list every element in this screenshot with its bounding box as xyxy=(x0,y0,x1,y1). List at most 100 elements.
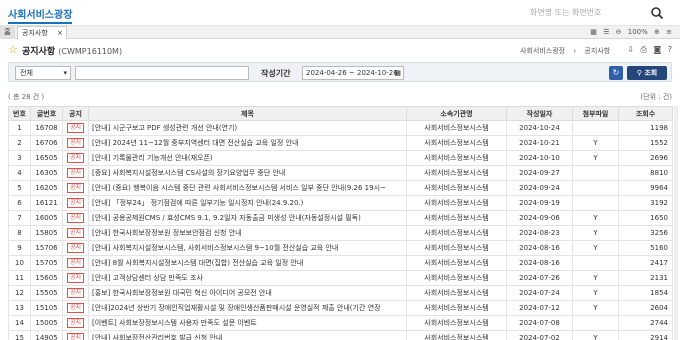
cell-title[interactable]: [안내] 사회보장전산관리번호 발급 신청 안내 xyxy=(88,330,407,340)
table-row[interactable]: 14 15005 공지 [이벤트] 사회보장정보시스템 사용자 만족도 설문 이벤트 사… xyxy=(8,315,673,331)
cell-attachment xyxy=(572,120,619,136)
calendar-icon[interactable]: ▦ xyxy=(394,67,401,79)
col-header-title[interactable]: 제목 xyxy=(88,106,407,121)
notice-badge: 공지 xyxy=(66,333,85,340)
keyword-input[interactable] xyxy=(75,66,249,80)
cell-notice: 공지 xyxy=(62,180,89,196)
cell-title[interactable]: [안내] 공용공제원CMS / 효성CMS 9.1, 9.2일자 자동출금 미생… xyxy=(88,210,407,226)
cell-post-no: 16305 xyxy=(30,165,63,181)
list-icon[interactable]: ☰ xyxy=(603,28,609,36)
table-row[interactable]: 6 16121 공지 [안내] 「정부24」 정기점검에 따른 일부기능 일시정지 안… xyxy=(8,195,673,211)
cell-title[interactable]: [안내] 2024년 11~12월 중부지역센터 대면 전산실습 교육 일정 안… xyxy=(88,135,407,151)
cell-attachment xyxy=(572,180,619,196)
table-row[interactable]: 12 15505 공지 [홍보] 한국사회보장정보원 대국민 혁신 아이디어 공모전 … xyxy=(8,285,673,301)
cell-title[interactable]: [안내] 「정부24」 정기점검에 따른 일부기능 일시정지 안내(24.9.2… xyxy=(88,195,407,211)
period-input[interactable]: 2024-04-26 ~ 2024-10-26 ▦ xyxy=(302,66,404,80)
reset-button[interactable]: ↻ xyxy=(609,66,623,80)
screen-search-input[interactable]: 화면명 또는 화면번호 xyxy=(530,5,650,21)
cell-no: 8 xyxy=(8,225,31,241)
cell-no: 4 xyxy=(8,165,31,181)
cell-title[interactable]: [안내] 8월 사회복지시설정보시스템 대면(집합) 전산실습 교육 일정 안내 xyxy=(88,255,407,271)
cell-views: 2696 xyxy=(618,150,673,166)
table-row[interactable]: 1 16708 공지 [안내] 시군구보고 PDF 생성관련 개선 안내(연기) 사회서… xyxy=(8,120,673,136)
cell-attachment: Y xyxy=(572,285,619,301)
cell-title[interactable]: [안내] (중요) 행복이음 시스템 중단 관련 사회서비스정보시스템 서비스 … xyxy=(88,180,407,196)
query-button[interactable]: ⚲ 조회 xyxy=(627,66,667,80)
table-row[interactable]: 4 16305 공지 [중요] 사회복지시설정보시스템 CS사설의 장기요양업무 중단… xyxy=(8,165,673,181)
table-row[interactable]: 9 15706 공지 [안내] 사회복지시설정보시스템, 사회서비스정보시스템 9~1… xyxy=(8,240,673,256)
scrollbar[interactable] xyxy=(674,106,678,340)
col-header-post-no[interactable]: 글번호 xyxy=(30,106,63,121)
cell-no: 15 xyxy=(8,330,31,340)
result-count: ( 총 28 건 ) xyxy=(8,93,45,101)
cell-title[interactable]: [안내] 기록물관리 기능개선 안내(재오픈) xyxy=(88,150,407,166)
breadcrumb-item[interactable]: 사회서비스광장 xyxy=(520,47,565,55)
cell-no: 5 xyxy=(8,180,31,196)
cell-notice: 공지 xyxy=(62,255,89,271)
more-icon[interactable]: ≡ xyxy=(666,28,672,36)
cell-no: 2 xyxy=(8,135,31,151)
cell-post-no: 16708 xyxy=(30,120,63,136)
cell-notice: 공지 xyxy=(62,210,89,226)
cell-date: 2024-09-19 xyxy=(506,195,573,211)
table-row[interactable]: 13 15105 공지 [안내]2024년 상반기 장애인직업재활시설 및 장애인생산… xyxy=(8,300,673,316)
zoom-out-icon[interactable]: ⊖ xyxy=(616,28,622,36)
cell-title[interactable]: [이벤트] 사회보장정보시스템 사용자 만족도 설문 이벤트 xyxy=(88,315,407,331)
close-icon[interactable]: × xyxy=(57,27,63,39)
unit-label: (단위 : 건) xyxy=(640,93,672,101)
search-type-select[interactable]: 전체 ▾ xyxy=(15,66,71,80)
table-row[interactable]: 2 16706 공지 [안내] 2024년 11~12월 중부지역센터 대면 전산실습… xyxy=(8,135,673,151)
grid-icon[interactable]: ▦ xyxy=(590,28,597,36)
search-icon[interactable] xyxy=(650,6,664,20)
tab-home[interactable]: 홈 xyxy=(0,26,15,39)
cell-title[interactable]: [안내] 시군구보고 PDF 생성관련 개선 안내(연기) xyxy=(88,120,407,136)
table-row[interactable]: 10 15705 공지 [안내] 8월 사회복지시설정보시스템 대면(집합) 전산실습… xyxy=(8,255,673,271)
print-icon[interactable]: ⎙ xyxy=(640,45,646,54)
download-icon[interactable]: ⇩ xyxy=(627,45,634,54)
help-icon[interactable]: ? xyxy=(668,45,672,54)
cell-title[interactable]: [안내] 사회복지시설정보시스템, 사회서비스정보시스템 9~10월 전산실습 … xyxy=(88,240,407,256)
table-row[interactable]: 3 16505 공지 [안내] 기록물관리 기능개선 안내(재오픈) 사회서비스정보시스… xyxy=(8,150,673,166)
table-row[interactable]: 8 15805 공지 [안내] 한국사회보장정보원 정보보안점검 신청 안내 사회서비스… xyxy=(8,225,673,241)
cell-org: 사회서비스정보시스템 xyxy=(406,195,507,211)
cell-title[interactable]: [안내] 고객상담센터 상담 만족도 조사 xyxy=(88,270,407,286)
tab-notice[interactable]: 공지사항 × xyxy=(17,26,67,39)
cell-post-no: 16121 xyxy=(30,195,63,211)
col-header-attachment[interactable]: 첨부파일 xyxy=(572,106,619,121)
cell-org: 사회서비스정보시스템 xyxy=(406,240,507,256)
cell-title[interactable]: [홍보] 한국사회보장정보원 대국민 혁신 아이디어 공모전 안내 xyxy=(88,285,407,301)
breadcrumb: 사회서비스광장 › 공지사항 xyxy=(520,46,616,56)
zoom-in-icon[interactable]: ⊕ xyxy=(654,28,660,36)
cell-date: 2024-07-08 xyxy=(506,315,573,331)
table-row[interactable]: 7 16005 공지 [안내] 공용공제원CMS / 효성CMS 9.1, 9.2일자… xyxy=(8,210,673,226)
period-value: 2024-04-26 ~ 2024-10-26 xyxy=(306,69,398,77)
cell-views: 1198 xyxy=(618,120,673,136)
col-header-views[interactable]: 조회수 xyxy=(618,106,673,121)
cell-views: 1854 xyxy=(618,285,673,301)
cell-date: 2024-08-23 xyxy=(506,225,573,241)
cell-title[interactable]: [안내] 한국사회보장정보원 정보보안점검 신청 안내 xyxy=(88,225,407,241)
camera-icon[interactable]: ◙ xyxy=(653,45,661,54)
cell-views: 3256 xyxy=(618,225,673,241)
col-header-org[interactable]: 소속기관명 xyxy=(406,106,507,121)
app-logo[interactable]: 사회서비스광장 xyxy=(8,6,73,24)
col-header-no[interactable]: 번호 xyxy=(8,106,31,121)
breadcrumb-item[interactable]: 공지사항 xyxy=(584,47,610,55)
cell-attachment xyxy=(572,165,619,181)
cell-title[interactable]: [안내]2024년 상반기 장애인직업재활시설 및 장애인생산품판매시설 운영실… xyxy=(88,300,407,316)
table-row[interactable]: 5 16205 공지 [안내] (중요) 행복이음 시스템 중단 관련 사회서비스정보… xyxy=(8,180,673,196)
star-icon[interactable]: ☆ xyxy=(8,43,18,56)
cell-views: 5160 xyxy=(618,240,673,256)
col-header-notice[interactable]: 공지 xyxy=(62,106,89,121)
table-row[interactable]: 15 14905 공지 [안내] 사회보장전산관리번호 발급 신청 안내 사회서비스정보… xyxy=(8,330,673,340)
cell-org: 사회서비스정보시스템 xyxy=(406,270,507,286)
cell-notice: 공지 xyxy=(62,120,89,136)
cell-post-no: 16505 xyxy=(30,150,63,166)
col-header-date[interactable]: 작성일자 xyxy=(506,106,573,121)
cell-title[interactable]: [중요] 사회복지시설정보시스템 CS사설의 장기요양업무 중단 안내 xyxy=(88,165,407,181)
table-row[interactable]: 11 15605 공지 [안내] 고객상담센터 상담 만족도 조사 사회서비스정보시스템… xyxy=(8,270,673,286)
cell-notice: 공지 xyxy=(62,240,89,256)
cell-attachment: Y xyxy=(572,270,619,286)
notice-badge: 공지 xyxy=(66,243,85,253)
notice-table: 번호 글번호 공지 제목 소속기관명 작성일자 첨부파일 조회수 1 16708 공… xyxy=(8,106,673,340)
